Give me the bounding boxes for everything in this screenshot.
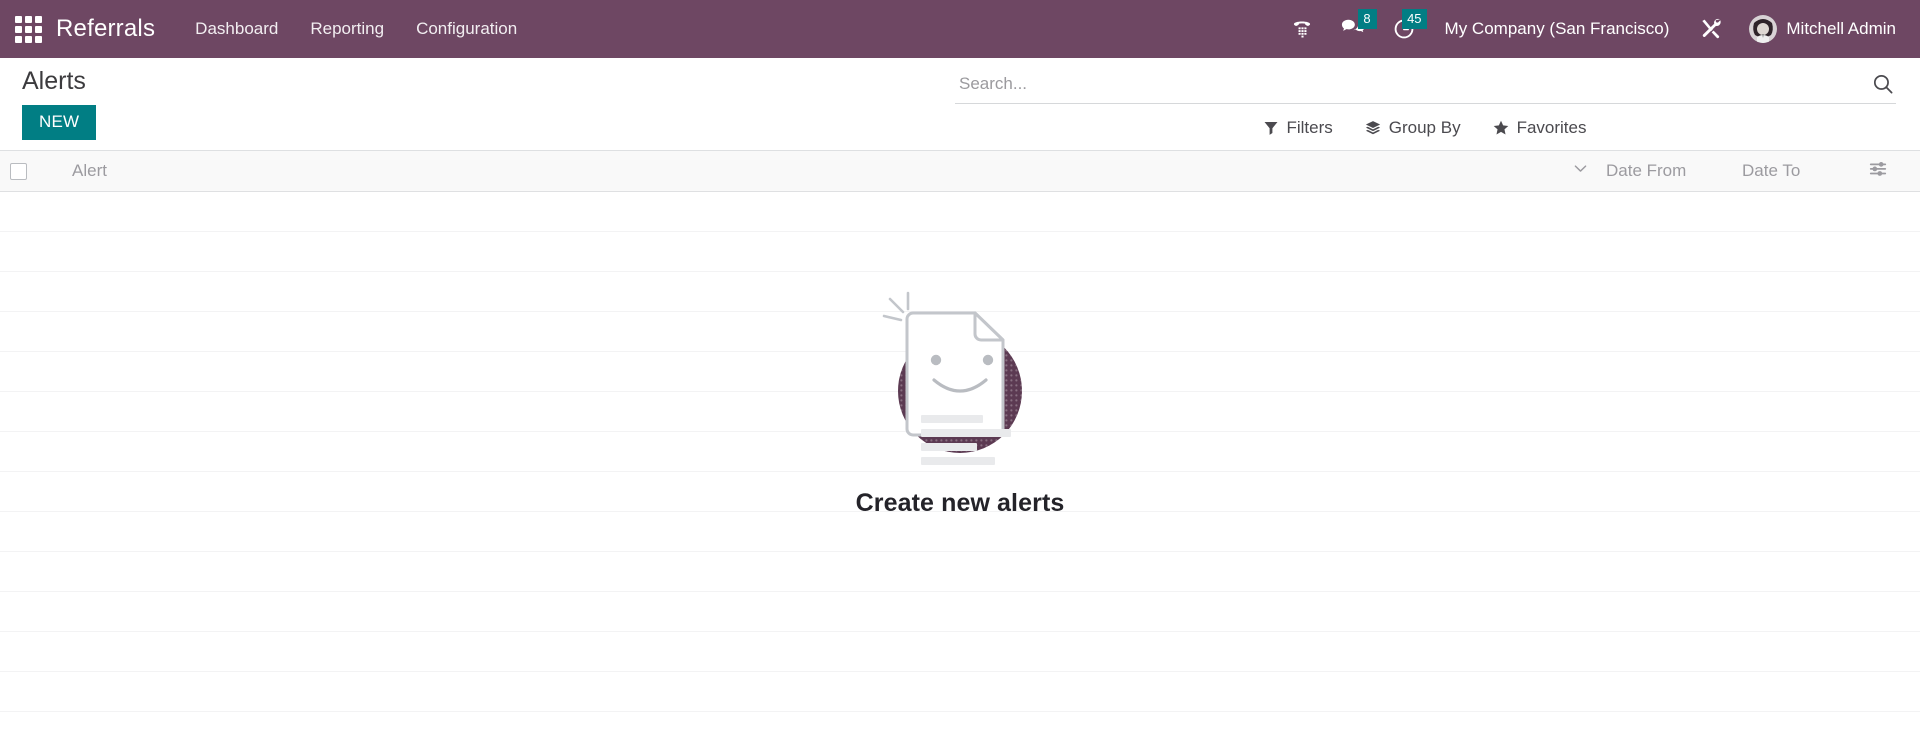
table-row [0,192,1920,232]
wrench-screwdriver-icon [1702,18,1722,39]
optional-columns-button[interactable] [1868,158,1888,178]
table-row [0,552,1920,592]
menu-item-dashboard[interactable]: Dashboard [181,13,292,45]
activities-badge: 45 [1402,9,1427,29]
column-header-alert[interactable]: Alert [62,151,1562,192]
user-name: Mitchell Admin [1786,19,1896,38]
list-view: Alert Date From Date To Create new alert… [0,151,1920,736]
app-brand-referrals[interactable]: Referrals [56,15,155,43]
search-button[interactable] [1862,73,1896,95]
table-head: Alert Date From Date To [0,151,1920,192]
column-header-date-to[interactable]: Date To [1732,151,1858,192]
menu-item-configuration[interactable]: Configuration [402,13,531,45]
messages-button[interactable]: 8 [1327,0,1379,58]
top-navbar: Referrals Dashboard Reporting Configurat… [0,0,1920,58]
table-row [0,272,1920,312]
menu-item-reporting[interactable]: Reporting [296,13,398,45]
activities-button[interactable]: 45 [1379,0,1429,58]
search-input[interactable] [955,73,1862,94]
empty-row-group [0,192,1920,712]
new-button[interactable]: NEW [22,105,97,140]
column-chevron-button[interactable] [1572,160,1589,177]
control-panel-left: Alerts NEW [22,66,97,140]
layers-icon [1365,121,1380,135]
voip-dialpad-button[interactable] [1277,0,1327,58]
table-row [0,312,1920,352]
avatar [1749,15,1778,43]
optional-columns-cell [1858,151,1920,192]
table-header-row: Alert Date From Date To [0,151,1920,192]
main-menu: Dashboard Reporting Configuration [181,13,531,45]
table-row [0,432,1920,472]
phone-dialpad-icon [1293,21,1310,38]
page-title: Alerts [22,67,86,95]
user-menu[interactable]: Mitchell Admin [1737,15,1902,43]
column-header-date-from[interactable]: Date From [1596,151,1732,192]
table-row [0,472,1920,512]
search-options: Filters Group By Favorites [955,104,1896,138]
table-row [0,352,1920,392]
table-row [0,672,1920,712]
apps-menu-button[interactable] [0,0,56,58]
control-panel: Alerts NEW Filters [0,58,1920,151]
favorites-dropdown[interactable]: Favorites [1493,118,1587,138]
messages-badge: 8 [1357,9,1377,29]
table-row [0,232,1920,272]
debug-tools-button[interactable] [1685,0,1737,58]
column-settings-icon [1869,162,1887,177]
star-icon [1493,120,1508,135]
select-all-checkbox[interactable] [10,162,27,180]
control-panel-right: Filters Group By Favorites [955,58,1896,138]
company-switcher[interactable]: My Company (San Francisco) [1429,19,1686,39]
table-row [0,592,1920,632]
select-all-cell [0,151,62,192]
alerts-table: Alert Date From Date To [0,151,1920,192]
filters-dropdown[interactable]: Filters [1264,118,1333,138]
filter-funnel-icon [1265,122,1278,135]
table-row [0,632,1920,672]
search-bar [955,58,1896,104]
chevron-down-icon [1574,165,1587,172]
group-by-label: Group By [1388,118,1461,137]
filters-label: Filters [1286,118,1333,137]
apps-grid-icon [14,15,42,43]
table-row [0,392,1920,432]
table-row [0,512,1920,552]
systray: 8 45 My Company (San Francisco) Mitchell… [1277,0,1902,58]
search-icon [1873,74,1893,93]
favorites-label: Favorites [1516,118,1587,137]
group-by-dropdown[interactable]: Group By [1365,118,1461,138]
column-dropdown-cell [1562,151,1596,192]
